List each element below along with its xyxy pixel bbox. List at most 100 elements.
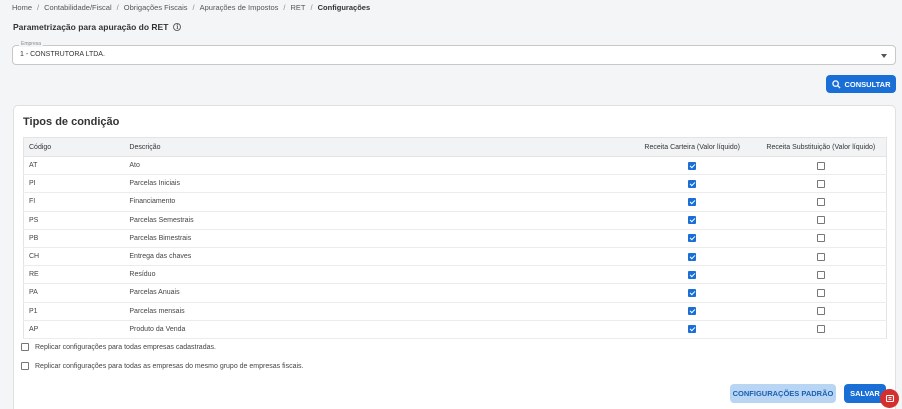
cell-carteira [628, 320, 756, 339]
receita-carteira-checkbox[interactable] [688, 307, 697, 316]
table-row: PB Parcelas Bimestrais [23, 229, 887, 248]
chat-icon-glyph [885, 394, 894, 402]
cell-descricao: Ato [124, 156, 629, 176]
cell-carteira [628, 156, 756, 176]
receita-substituicao-checkbox[interactable] [816, 325, 825, 334]
empresa-label: Empresa [19, 41, 44, 47]
receita-substituicao-checkbox[interactable] [816, 161, 825, 170]
cell-substituicao [755, 229, 887, 248]
receita-carteira-checkbox[interactable] [688, 270, 697, 279]
breadcrumb-separator: / [283, 2, 286, 12]
receita-carteira-checkbox[interactable] [688, 161, 697, 170]
cell-descricao: Entrega das chaves [124, 247, 629, 267]
table-row: CH Entrega das chaves [23, 247, 887, 267]
cell-carteira [628, 174, 756, 194]
cell-codigo: P1 [23, 302, 125, 321]
page-title: Parametrização para apuração do RET i [13, 22, 182, 32]
empresa-value: 1 - CONSTRUTORA LTDA. [20, 51, 105, 58]
cell-descricao: Resíduo [124, 265, 629, 285]
breadcrumb: Home / Contabilidade/Fiscal / Obrigações… [12, 1, 370, 13]
consultar-label: CONSULTAR [844, 79, 891, 89]
receita-substituicao-checkbox[interactable] [816, 307, 825, 316]
cell-substituicao [755, 265, 887, 285]
condition-types-table: Código Descrição Receita Carteira (Valor… [23, 137, 887, 339]
chat-icon[interactable] [880, 389, 899, 408]
cell-codigo: PI [23, 174, 125, 194]
search-icon [831, 79, 841, 89]
replicar-todas-option[interactable]: Replicar configurações para todas empres… [21, 343, 216, 351]
table-row: PS Parcelas Semestrais [23, 211, 887, 230]
table-header-row: Código Descrição Receita Carteira (Valor… [23, 137, 887, 157]
cell-descricao: Produto da Venda [124, 320, 629, 339]
consultar-button[interactable]: CONSULTAR [826, 75, 896, 93]
cell-carteira [628, 229, 756, 248]
breadcrumb-obrigacoes[interactable]: Obrigações Fiscais [124, 3, 188, 12]
receita-substituicao-checkbox[interactable] [816, 179, 825, 188]
receita-substituicao-checkbox[interactable] [816, 288, 825, 297]
replicar-grupo-label: Replicar configurações para todas as emp… [35, 362, 304, 370]
table-row: AP Produto da Venda [23, 320, 887, 339]
breadcrumb-apuracoes[interactable]: Apurações de Impostos [200, 3, 279, 12]
breadcrumb-ret[interactable]: RET [291, 3, 306, 12]
receita-substituicao-checkbox[interactable] [816, 234, 825, 243]
breadcrumb-separator: / [310, 2, 313, 12]
cell-codigo: RE [23, 265, 125, 285]
receita-carteira-checkbox[interactable] [688, 179, 697, 188]
receita-substituicao-checkbox[interactable] [816, 216, 825, 225]
table-row: RE Resíduo [23, 265, 887, 285]
breadcrumb-configuracoes: Configurações [317, 2, 371, 12]
breadcrumb-separator: / [37, 2, 40, 12]
receita-carteira-checkbox[interactable] [688, 197, 697, 206]
chevron-down-icon[interactable] [881, 54, 887, 58]
breadcrumb-separator: / [116, 2, 119, 12]
cell-carteira [628, 211, 756, 230]
cell-descricao: Parcelas Semestrais [124, 211, 629, 230]
cell-codigo: PA [23, 283, 125, 303]
cell-descricao: Parcelas Anuais [124, 283, 629, 303]
receita-carteira-checkbox[interactable] [688, 216, 697, 225]
cell-substituicao [755, 283, 887, 303]
breadcrumb-contabilidade[interactable]: Contabilidade/Fiscal [44, 3, 112, 12]
cell-codigo: PS [23, 211, 125, 230]
info-icon[interactable]: i [173, 23, 182, 31]
cell-carteira [628, 283, 756, 303]
table-row: PA Parcelas Anuais [23, 283, 887, 303]
cell-codigo: AT [23, 156, 125, 176]
receita-carteira-checkbox[interactable] [688, 288, 697, 297]
cell-substituicao [755, 156, 887, 176]
empresa-select[interactable]: Empresa 1 - CONSTRUTORA LTDA. [12, 41, 896, 65]
header-descricao: Descrição [124, 137, 629, 157]
receita-substituicao-checkbox[interactable] [816, 270, 825, 279]
receita-substituicao-checkbox[interactable] [816, 197, 825, 206]
cell-substituicao [755, 302, 887, 321]
breadcrumb-separator: / [192, 2, 195, 12]
cell-codigo: AP [23, 320, 125, 339]
header-receita-substituicao: Receita Substituição (Valor líquido) [755, 137, 887, 157]
page-title-text: Parametrização para apuração do RET [13, 22, 169, 32]
configuracoes-padrao-button[interactable]: CONFIGURAÇÕES PADRÃO [730, 384, 836, 403]
cell-substituicao [755, 174, 887, 194]
replicar-todas-label: Replicar configurações para todas empres… [35, 343, 216, 351]
cell-descricao: Parcelas Bimestrais [124, 229, 629, 248]
receita-substituicao-checkbox[interactable] [816, 252, 825, 261]
cell-carteira [628, 247, 756, 267]
table-row: P1 Parcelas mensais [23, 302, 887, 321]
cell-codigo: CH [23, 247, 125, 267]
cell-codigo: FI [23, 192, 125, 212]
cell-carteira [628, 265, 756, 285]
table-row: FI Financiamento [23, 192, 887, 212]
table-row: AT Ato [23, 156, 887, 176]
replicar-todas-checkbox[interactable] [21, 343, 29, 351]
receita-carteira-checkbox[interactable] [688, 252, 697, 261]
cell-carteira [628, 192, 756, 212]
cell-descricao: Parcelas mensais [124, 302, 629, 321]
receita-carteira-checkbox[interactable] [688, 325, 697, 334]
cell-substituicao [755, 320, 887, 339]
replicar-grupo-option[interactable]: Replicar configurações para todas as emp… [21, 362, 303, 370]
breadcrumb-home[interactable]: Home [12, 3, 32, 12]
receita-carteira-checkbox[interactable] [688, 234, 697, 243]
header-receita-carteira: Receita Carteira (Valor líquido) [628, 137, 756, 157]
cell-substituicao [755, 211, 887, 230]
replicar-grupo-checkbox[interactable] [21, 362, 29, 370]
panel-title: Tipos de condição [23, 116, 120, 128]
